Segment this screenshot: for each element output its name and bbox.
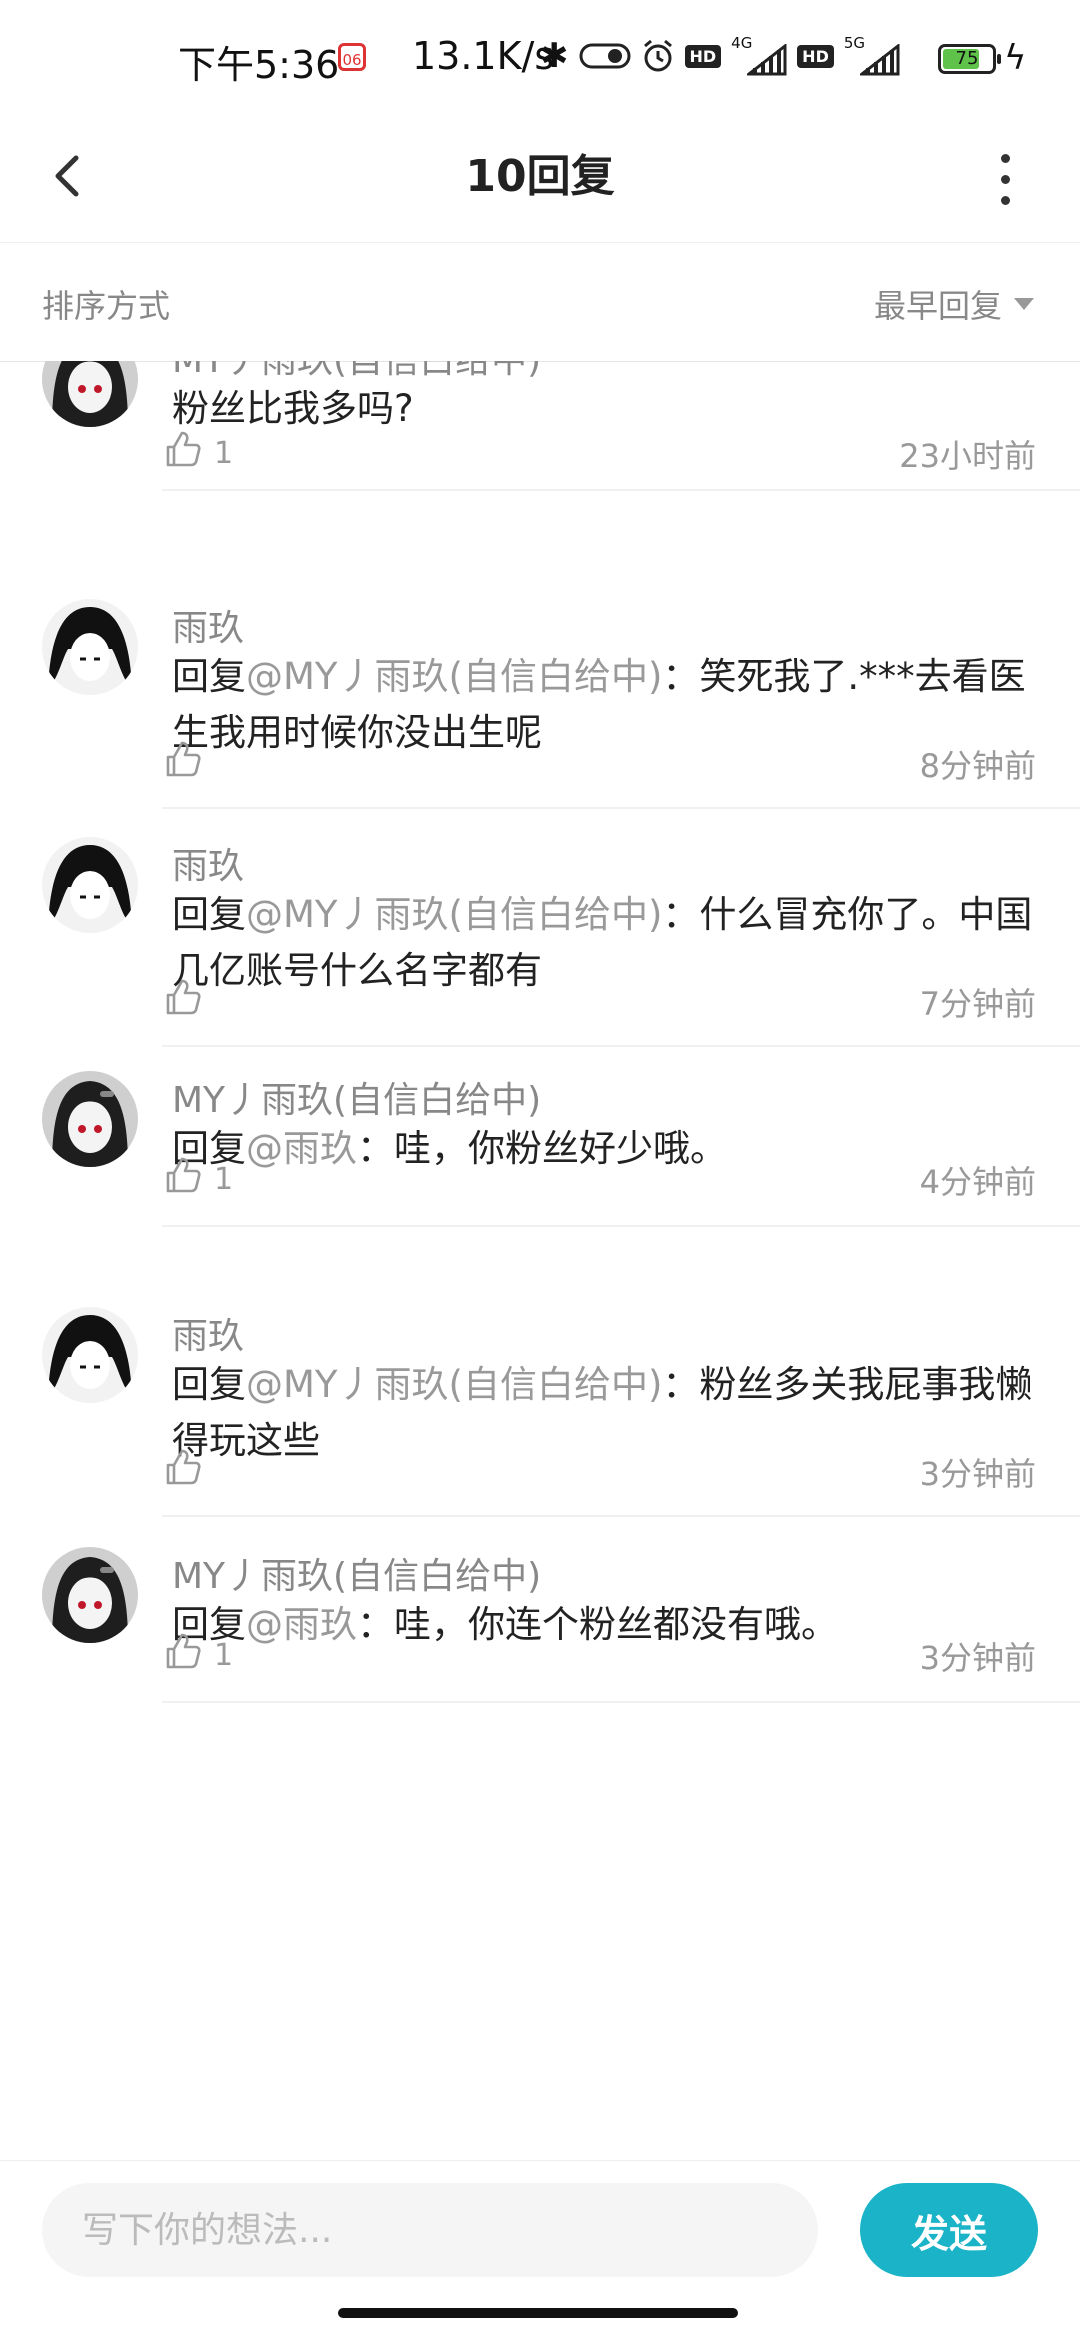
reply-content: 回复@MY丿雨玖(自信白给中)：什么冒充你了。中国几亿账号什么名字都有 bbox=[172, 887, 1042, 999]
status-bar: 下午5:36 06 13.1K/s ✱ HD 4G HD 5G 75 ϟ bbox=[0, 0, 1080, 110]
mention-link[interactable]: @雨玖 bbox=[246, 1127, 357, 1170]
avatar[interactable] bbox=[42, 1071, 138, 1167]
reply-text: ：哇，你连个粉丝都没有哦。 bbox=[357, 1603, 838, 1646]
bluetooth-icon: ✱ bbox=[540, 36, 569, 76]
reply-composer: 发送 bbox=[0, 2160, 1080, 2301]
reply-input[interactable] bbox=[42, 2183, 818, 2277]
mention-link[interactable]: @MY丿雨玖(自信白给中) bbox=[246, 1363, 662, 1406]
thumbs-up-icon bbox=[162, 739, 202, 787]
like-count: 1 bbox=[214, 1637, 234, 1673]
sort-dropdown[interactable]: 最早回复 bbox=[874, 281, 1034, 327]
status-time: 下午5:36 bbox=[178, 43, 340, 87]
avatar[interactable] bbox=[42, 1307, 138, 1403]
thumbs-up-icon bbox=[162, 977, 202, 1025]
avatar[interactable] bbox=[42, 1547, 138, 1643]
reply-username[interactable]: 雨玖 bbox=[172, 837, 244, 889]
signal-4g-icon: 4G bbox=[731, 34, 787, 78]
thumbs-up-icon bbox=[162, 1155, 202, 1203]
reply-timestamp: 23小时前 bbox=[899, 437, 1036, 475]
reply-item[interactable]: 雨玖 回复@MY丿雨玖(自信白给中)：什么冒充你了。中国几亿账号什么名字都有 7分钟… bbox=[0, 781, 1080, 1047]
thumbs-up-icon bbox=[162, 1631, 202, 1679]
divider bbox=[162, 1225, 1080, 1227]
caret-down-icon bbox=[1014, 298, 1034, 310]
avatar[interactable] bbox=[42, 837, 138, 933]
sort-bar: 排序方式 最早回复 bbox=[0, 243, 1080, 362]
reply-username[interactable]: 雨玖 bbox=[172, 599, 244, 651]
reply-content: 回复@MY丿雨玖(自信白给中)：粉丝多关我屁事我懒得玩这些 bbox=[172, 1357, 1042, 1469]
reply-item[interactable]: MY丿雨玖(自信白给中) 粉丝比我多吗? 1 23小时前 bbox=[0, 361, 1080, 491]
notification-badge-icon: 06 bbox=[338, 43, 366, 71]
like-button[interactable] bbox=[162, 1447, 214, 1495]
status-icons: ✱ HD 4G HD 5G bbox=[540, 34, 900, 78]
divider bbox=[162, 489, 1080, 491]
hd-icon-2: HD bbox=[797, 44, 834, 68]
network-speed: 13.1K/s bbox=[412, 34, 555, 78]
reply-text: 粉丝比我多吗? bbox=[172, 387, 414, 430]
reply-username[interactable]: MY丿雨玖(自信白给中) bbox=[172, 361, 541, 383]
page-title: 10回复 bbox=[465, 151, 615, 202]
reply-prefix: 回复 bbox=[172, 893, 246, 936]
reply-item[interactable]: 雨玖 回复@MY丿雨玖(自信白给中)：笑死我了.***去看医生我用时候你没出生呢 8… bbox=[0, 541, 1080, 809]
like-button[interactable] bbox=[162, 977, 214, 1025]
like-count: 1 bbox=[214, 435, 234, 471]
reply-timestamp: 3分钟前 bbox=[919, 1455, 1036, 1493]
reply-list[interactable]: MY丿雨玖(自信白给中)粉丝比我多吗?123小时前雨玖回复@MY丿雨玖(自信白给… bbox=[0, 361, 1080, 2161]
signal-5g-icon: 5G bbox=[844, 34, 900, 78]
divider bbox=[162, 1701, 1080, 1703]
avatar[interactable] bbox=[42, 361, 138, 427]
reply-content: 粉丝比我多吗? bbox=[172, 381, 1042, 437]
like-button[interactable]: 1 bbox=[162, 429, 233, 477]
toggle-icon bbox=[579, 43, 630, 69]
hd-icon: HD bbox=[684, 44, 722, 68]
thumbs-up-icon bbox=[162, 429, 202, 477]
reply-timestamp: 7分钟前 bbox=[919, 985, 1036, 1023]
battery-level: 75 bbox=[955, 48, 979, 69]
reply-username[interactable]: 雨玖 bbox=[172, 1307, 244, 1359]
like-button[interactable] bbox=[162, 739, 214, 787]
reply-content: 回复@MY丿雨玖(自信白给中)：笑死我了.***去看医生我用时候你没出生呢 bbox=[172, 649, 1042, 761]
top-bar: 10回复 bbox=[0, 110, 1080, 243]
more-options-button[interactable] bbox=[990, 148, 1020, 205]
more-dots-icon bbox=[1000, 154, 1010, 163]
like-button[interactable]: 1 bbox=[162, 1631, 233, 1679]
charging-icon: ϟ bbox=[1004, 38, 1027, 78]
sort-label: 排序方式 bbox=[42, 287, 171, 325]
home-indicator[interactable] bbox=[338, 2308, 738, 2318]
reply-item[interactable]: 雨玖 回复@MY丿雨玖(自信白给中)：粉丝多关我屁事我懒得玩这些 3分钟前 bbox=[0, 1251, 1080, 1517]
reply-item[interactable]: MY丿雨玖(自信白给中) 回复@雨玖：哇，你粉丝好少哦。 1 4分钟前 bbox=[0, 1021, 1080, 1227]
reply-timestamp: 3分钟前 bbox=[919, 1639, 1036, 1677]
mention-link[interactable]: @雨玖 bbox=[246, 1603, 357, 1646]
thumbs-up-icon bbox=[162, 1447, 202, 1495]
like-button[interactable]: 1 bbox=[162, 1155, 233, 1203]
reply-item[interactable]: MY丿雨玖(自信白给中) 回复@雨玖：哇，你连个粉丝都没有哦。 1 3分钟前 bbox=[0, 1491, 1080, 1703]
reply-content: 回复@雨玖：哇，你连个粉丝都没有哦。 bbox=[172, 1597, 1042, 1653]
avatar[interactable] bbox=[42, 599, 138, 695]
reply-timestamp: 4分钟前 bbox=[919, 1163, 1036, 1201]
mention-link[interactable]: @MY丿雨玖(自信白给中) bbox=[246, 655, 662, 698]
reply-prefix: 回复 bbox=[172, 1363, 246, 1406]
mention-link[interactable]: @MY丿雨玖(自信白给中) bbox=[246, 893, 662, 936]
sort-value: 最早回复 bbox=[873, 287, 1002, 325]
like-count: 1 bbox=[214, 1161, 234, 1197]
reply-username[interactable]: MY丿雨玖(自信白给中) bbox=[172, 1547, 541, 1599]
reply-prefix: 回复 bbox=[172, 655, 246, 698]
reply-text: ：哇，你粉丝好少哦。 bbox=[357, 1127, 727, 1170]
reply-content: 回复@雨玖：哇，你粉丝好少哦。 bbox=[172, 1121, 1042, 1177]
reply-username[interactable]: MY丿雨玖(自信白给中) bbox=[172, 1071, 541, 1123]
alarm-icon bbox=[643, 39, 672, 72]
send-button[interactable]: 发送 bbox=[860, 2183, 1038, 2277]
battery-icon: 75 bbox=[938, 44, 1001, 74]
